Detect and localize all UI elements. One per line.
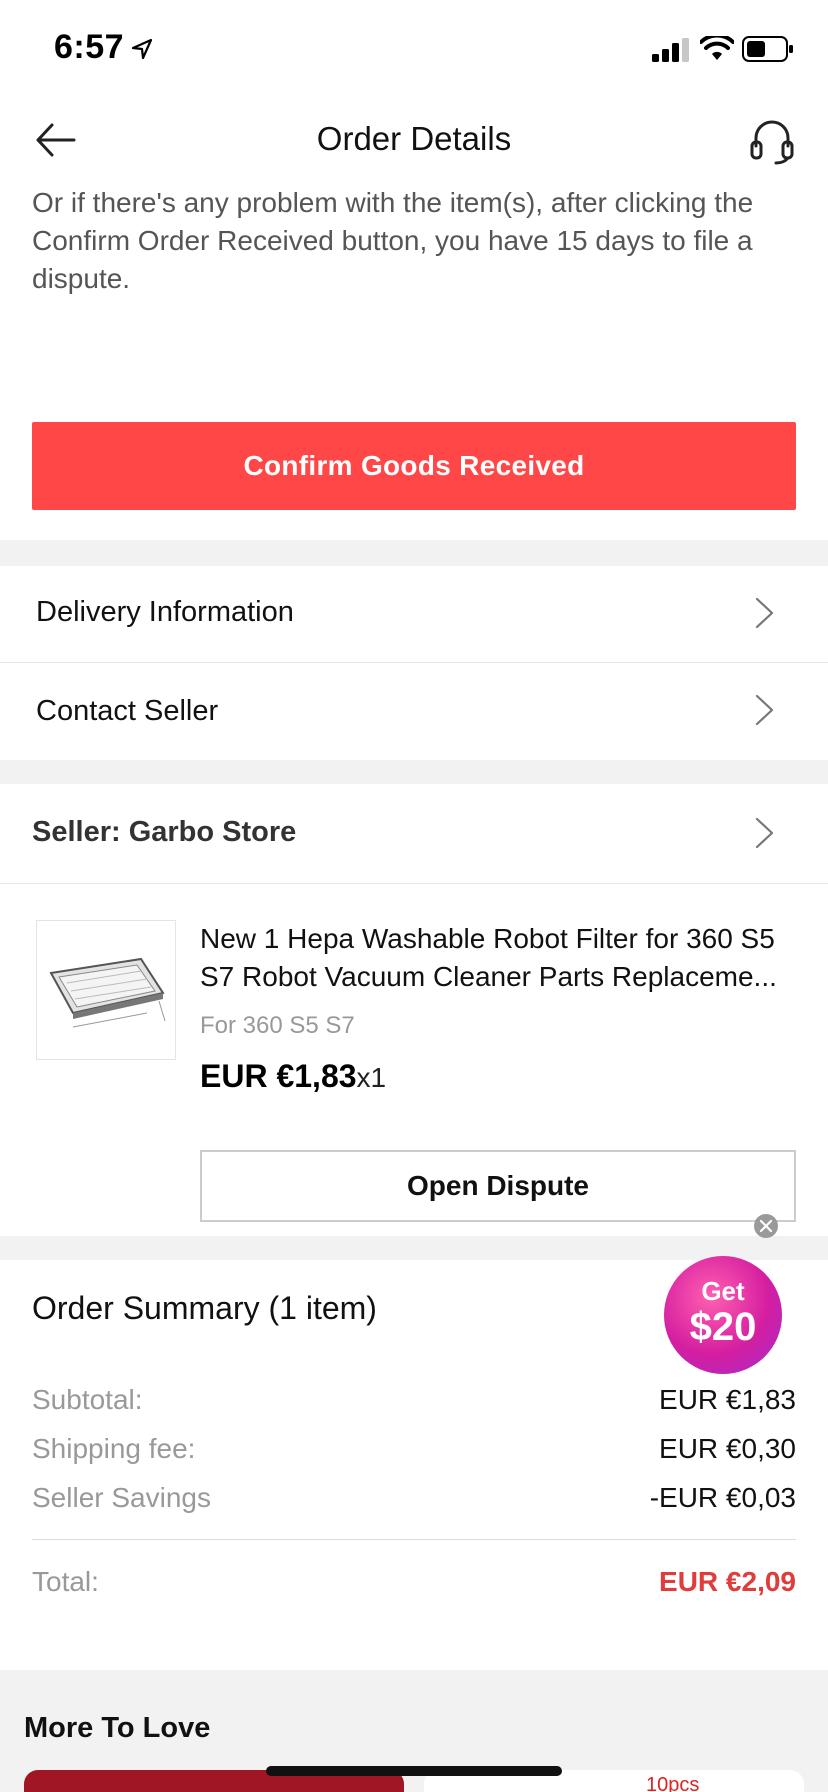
divider — [0, 883, 828, 884]
hepa-filter-image — [49, 957, 166, 1028]
order-summary-title: Order Summary (1 item) — [32, 1290, 377, 1326]
close-icon — [759, 1219, 773, 1233]
customer-support-headset-icon[interactable] — [748, 116, 796, 166]
home-indicator — [266, 1766, 562, 1776]
product-image[interactable] — [36, 920, 176, 1060]
price-value: EUR €1,83 — [200, 1058, 357, 1094]
section-gap — [0, 540, 828, 566]
shipping-fee-label: Shipping fee: — [32, 1433, 196, 1464]
section-gap — [0, 1236, 828, 1260]
card-badge-text: 10pcs — [646, 1774, 700, 1792]
status-time: 6:57 — [54, 28, 125, 66]
chevron-right-icon — [755, 694, 774, 726]
seller-savings-value: -EUR €0,03 — [649, 1482, 796, 1513]
promo-coupon-badge[interactable]: Get $20 — [664, 1256, 782, 1374]
product-variant: For 360 S5 S7 — [200, 1012, 355, 1039]
contact-seller-row[interactable]: Contact Seller — [0, 663, 828, 759]
seller-store-row[interactable]: Seller: Garbo Store — [0, 784, 828, 882]
wifi-icon — [700, 36, 734, 60]
total-label: Total: — [32, 1566, 99, 1597]
section-gap — [0, 760, 828, 784]
product-title[interactable]: New 1 Hepa Washable Robot Filter for 360… — [200, 920, 800, 996]
status-bar: 6:57 — [0, 0, 828, 96]
delivery-information-row[interactable]: Delivery Information — [0, 566, 828, 662]
chevron-right-icon — [755, 597, 774, 629]
chevron-right-icon — [755, 817, 774, 849]
summary-divider — [32, 1539, 796, 1540]
battery-icon — [742, 36, 793, 62]
delivery-information-label: Delivery Information — [36, 596, 294, 628]
seller-savings-label: Seller Savings — [32, 1482, 211, 1513]
nav-bar: Order Details — [0, 96, 828, 186]
seller-name: Seller: Garbo Store — [32, 816, 297, 848]
subtotal-label: Subtotal: — [32, 1384, 143, 1415]
more-to-love-title: More To Love — [24, 1712, 211, 1744]
promo-amount: $20 — [689, 1305, 757, 1349]
subtotal-value: EUR €1,83 — [659, 1384, 796, 1415]
location-arrow-icon — [131, 38, 153, 60]
contact-seller-label: Contact Seller — [36, 695, 219, 727]
product-price: EUR €1,83x1 — [200, 1058, 386, 1095]
cellular-signal-icon — [652, 38, 689, 62]
total-value: EUR €2,09 — [659, 1566, 796, 1597]
page-title: Order Details — [316, 120, 512, 157]
dispute-info-text: Or if there's any problem with the item(… — [32, 187, 754, 294]
product-quantity: x1 — [356, 1062, 387, 1093]
shipping-fee-value: EUR €0,30 — [659, 1433, 796, 1464]
open-dispute-button[interactable]: Open Dispute — [200, 1150, 796, 1222]
confirm-goods-received-button[interactable]: Confirm Goods Received — [32, 422, 796, 510]
promo-get-text: Get — [701, 1276, 745, 1306]
promo-close-button[interactable] — [754, 1214, 778, 1238]
